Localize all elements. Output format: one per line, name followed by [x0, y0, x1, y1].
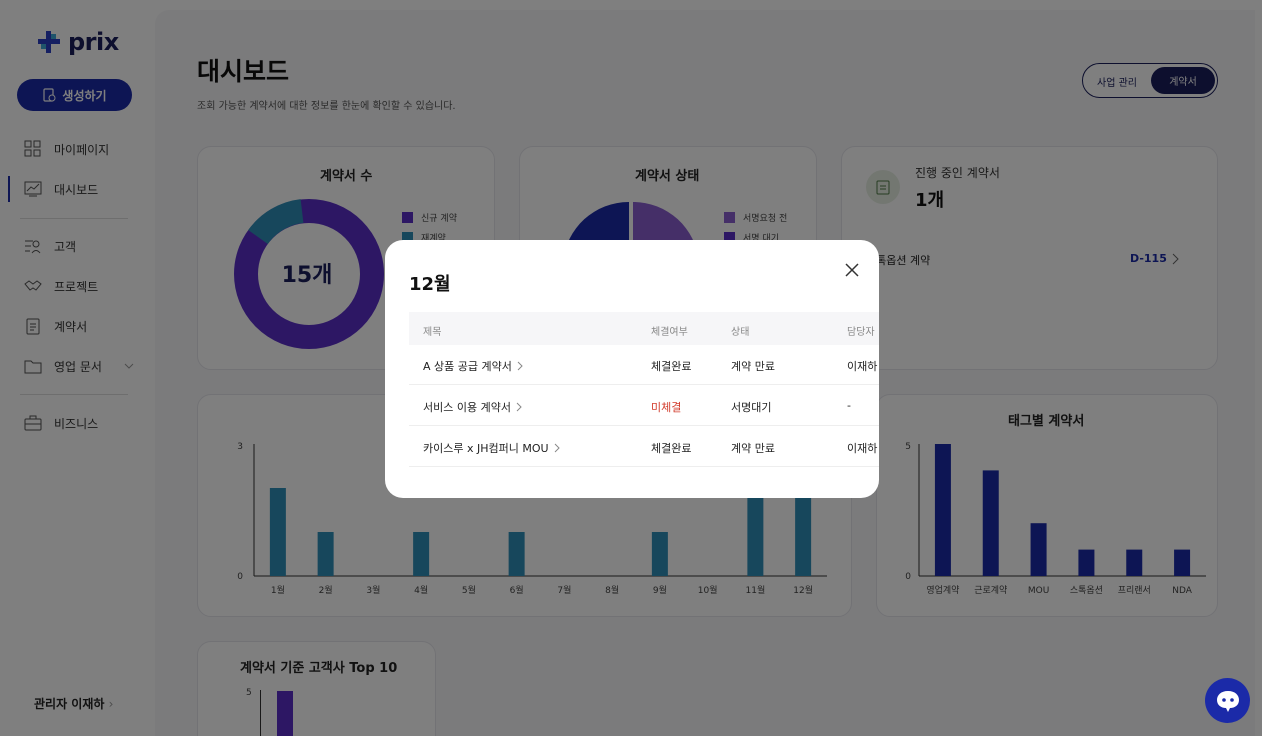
table-row[interactable]: 카이스루 x JH컴퍼니 MOU 체결완료 계약 만료 이재하 — [409, 427, 879, 467]
contract-title-link[interactable]: 카이스루 x JH컴퍼니 MOU — [423, 440, 561, 456]
contract-status: 계약 만료 — [731, 360, 775, 373]
contract-title-link[interactable]: 서비스 이용 계약서 — [423, 399, 523, 415]
owner: 이재하 — [847, 360, 878, 373]
chat-button[interactable] — [1205, 678, 1250, 723]
column-header: 제목 — [423, 327, 442, 338]
contract-title: A 상품 공급 계약서 — [423, 360, 512, 373]
modal-title: 12월 — [409, 274, 451, 295]
table-row[interactable]: A 상품 공급 계약서 체결완료 계약 만료 이재하 — [409, 345, 879, 385]
contract-title-link[interactable]: A 상품 공급 계약서 — [423, 358, 524, 374]
owner: 이재하 — [847, 442, 878, 455]
signed-status: 체결완료 — [651, 360, 692, 373]
signed-status: 미체결 — [651, 401, 682, 414]
contract-title: 서비스 이용 계약서 — [423, 401, 511, 414]
column-header: 상태 — [731, 327, 750, 338]
month-detail-modal: 12월 제목 체결여부 상태 담당자 A 상품 공급 계약서 체결완료 계약 만… — [385, 240, 879, 498]
chevron-right-icon — [554, 443, 560, 453]
owner: - — [847, 399, 851, 412]
close-icon[interactable] — [840, 258, 864, 282]
table-header: 제목 체결여부 상태 담당자 — [409, 312, 879, 345]
contract-status: 서명대기 — [731, 401, 772, 414]
column-header: 체결여부 — [651, 327, 688, 338]
contract-title: 카이스루 x JH컴퍼니 MOU — [423, 442, 549, 455]
chevron-right-icon — [517, 361, 523, 371]
contract-status: 계약 만료 — [731, 442, 775, 455]
column-header: 담당자 — [847, 327, 875, 338]
table-row[interactable]: 서비스 이용 계약서 미체결 서명대기 - — [409, 386, 879, 426]
chevron-right-icon — [516, 402, 522, 412]
signed-status: 체결완료 — [651, 442, 692, 455]
chat-icon — [1216, 690, 1239, 712]
